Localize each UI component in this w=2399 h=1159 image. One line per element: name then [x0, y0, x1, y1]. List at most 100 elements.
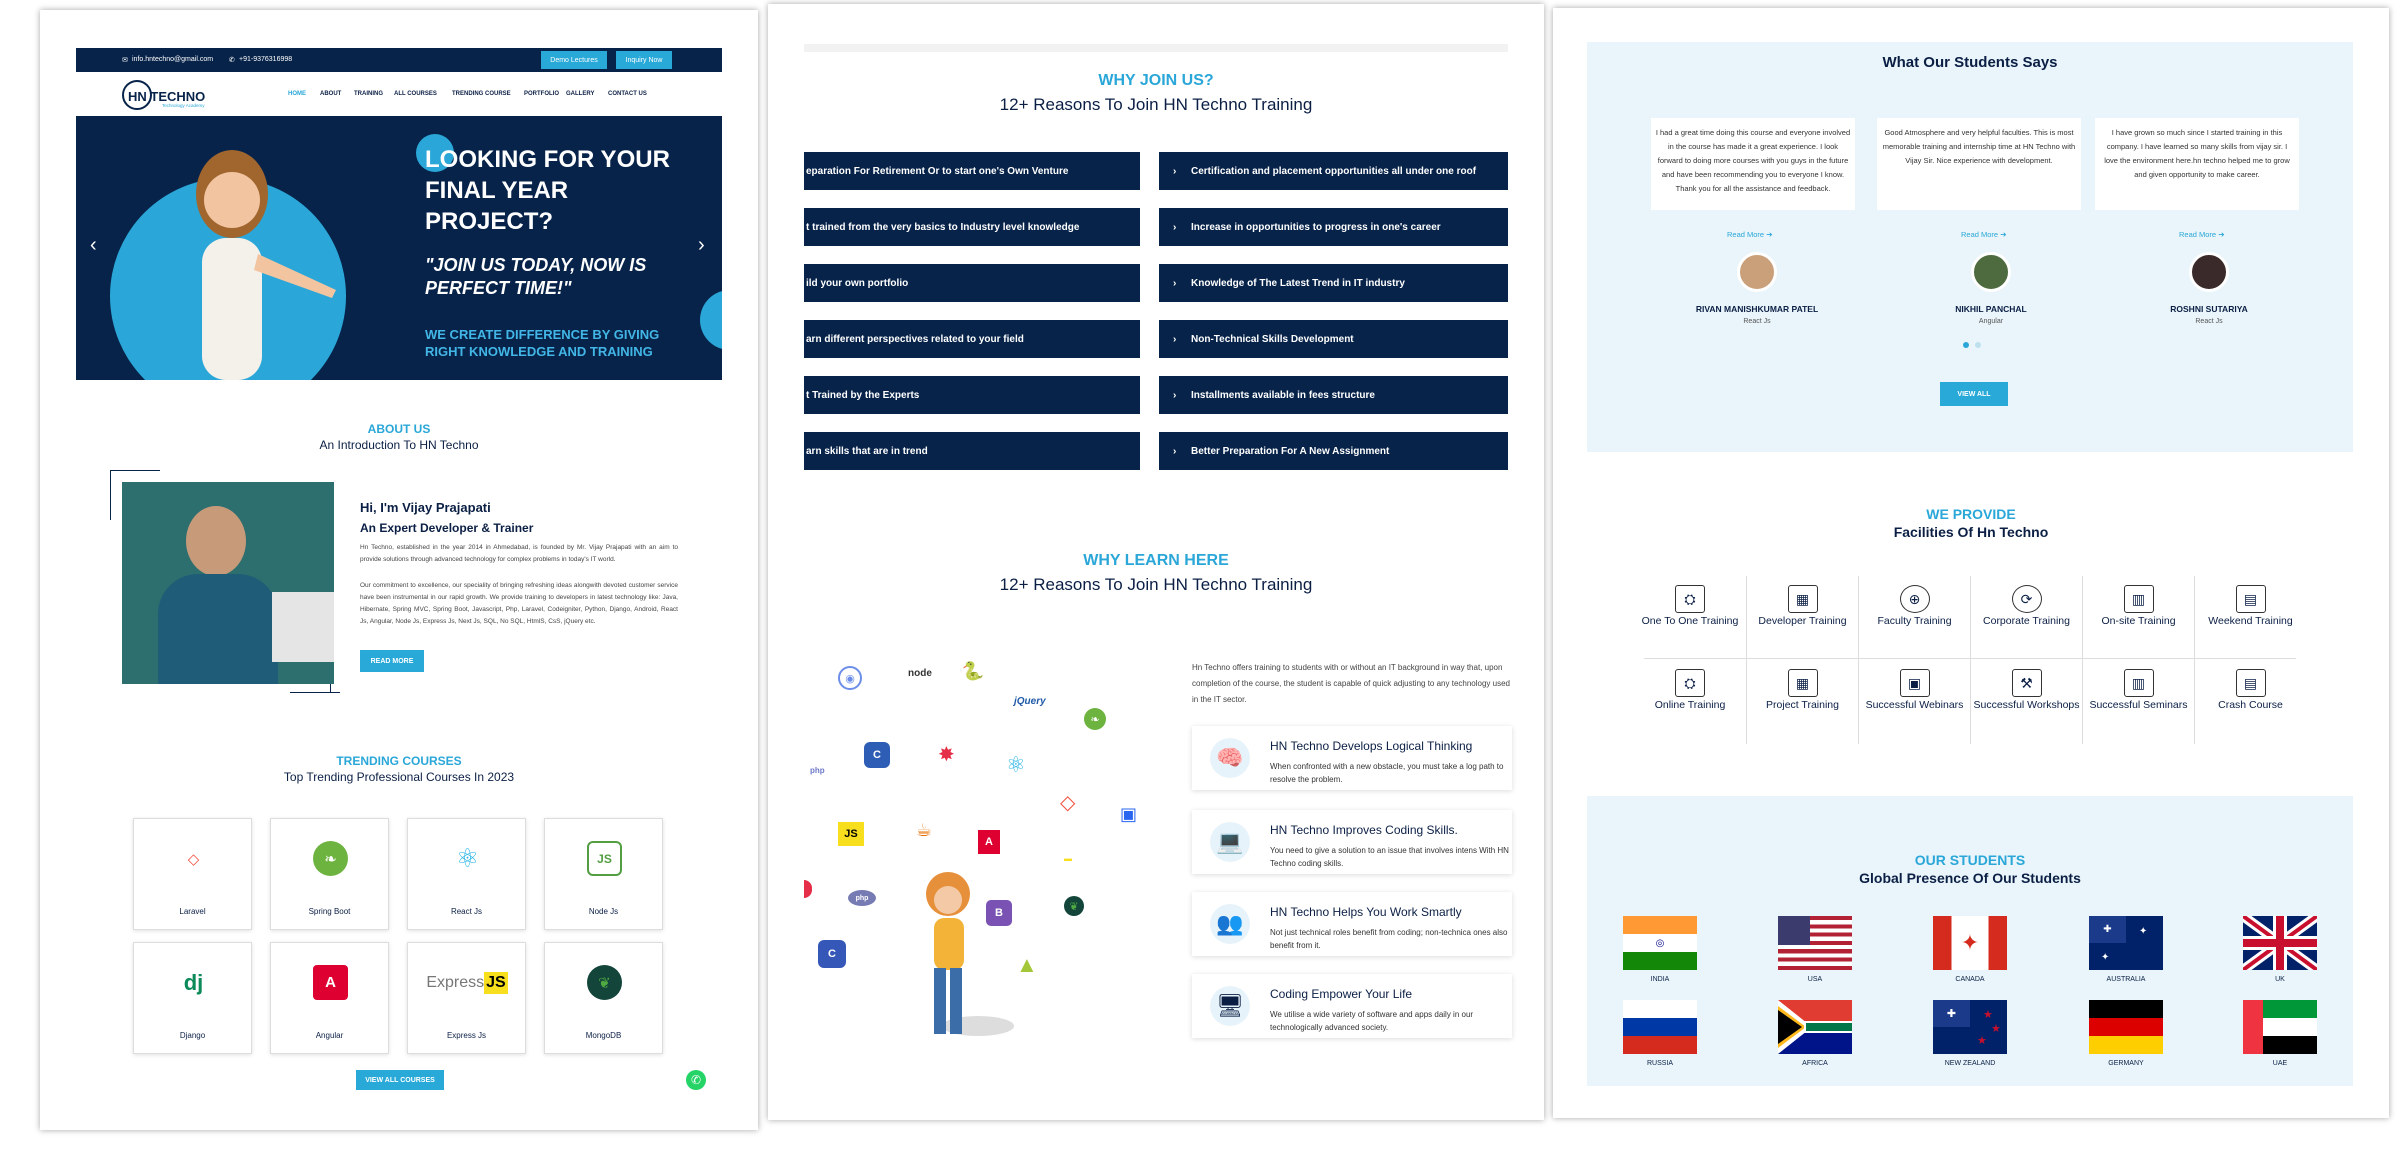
student-name-2: NIKHIL PANCHAL [1955, 304, 2027, 314]
php-icon: php [848, 890, 876, 906]
angular-icon: A [978, 830, 1000, 854]
testimonial-text: I have grown so much since I started tra… [2104, 128, 2290, 179]
student-course-1: React Js [1743, 318, 1771, 325]
frame-corner-br-h [290, 692, 340, 693]
nav-home[interactable]: HOME [288, 91, 306, 97]
demo-lectures-button[interactable]: Demo Lectures [541, 51, 607, 69]
nav-contact-us[interactable]: CONTACT US [608, 91, 647, 97]
facility-seminars: ▥ Successful Seminars [2082, 660, 2194, 744]
view-all-testimonials-button[interactable]: VIEW ALL [1940, 382, 2008, 406]
slider-next-icon[interactable]: › [698, 234, 705, 257]
php-small-icon: php [810, 766, 825, 775]
divider [804, 44, 1508, 52]
country-canada: CANADA [1955, 976, 1985, 983]
python-icon: 🐍 [961, 660, 985, 681]
express-icon: Express JS [422, 965, 512, 1000]
flag-uae [2243, 1000, 2317, 1054]
globe-icon: ⊕ [1899, 585, 1930, 613]
webinar-icon: ▣ [1899, 669, 1930, 697]
reason-right-5: › Installments available in fees structur… [1159, 376, 1508, 414]
country-uk: UK [2275, 976, 2285, 983]
facility-corporate: ⟳ Corporate Training [1970, 576, 2082, 660]
nav-training[interactable]: TRAINING [354, 91, 383, 97]
hero-dot-decoration-2 [700, 290, 722, 350]
course-card-django[interactable]: dj Django [133, 942, 252, 1054]
whatsapp-icon[interactable]: ✆ [686, 1070, 706, 1090]
facility-workshops: ⚒ Successful Workshops [1970, 660, 2082, 744]
nav-portfolio[interactable]: PORTFOLIO [524, 91, 559, 97]
trending-title: Top Trending Professional Courses In 202… [283, 770, 515, 784]
course-card-mongodb[interactable]: ❦ MongoDB [544, 942, 663, 1054]
read-more-button[interactable]: READ MORE [360, 650, 424, 672]
carousel-dot[interactable] [1975, 342, 1981, 348]
country-usa: USA [1807, 976, 1823, 983]
benefit-card-coding: 💻 HN Techno Improves Coding Skills. You ne… [1192, 810, 1512, 874]
slider-prev-icon[interactable]: ‹ [90, 234, 97, 257]
django-icon: dj [183, 969, 204, 995]
hero-banner: LOOKING FOR YOUR FINAL YEAR PROJECT? "JO… [76, 116, 722, 380]
read-more-link-2[interactable]: Read More ➔ [1961, 230, 2006, 239]
course-card-nodejs[interactable]: JS Node Js [544, 818, 663, 930]
course-card-spring-boot[interactable]: ❧ Spring Boot [270, 818, 389, 930]
flag-russia [1623, 1000, 1697, 1054]
inquiry-now-button[interactable]: Inquiry Now [616, 51, 672, 69]
main-nav: HN TECHNO Technology Academy HOME ABOUT … [76, 72, 722, 116]
benefit-title: HN Techno Develops Logical Thinking [1270, 739, 1473, 753]
why-join-title: 12+ Reasons To Join HN Techno Training [999, 95, 1313, 114]
phone-icon: ✆ [229, 57, 235, 64]
nav-all-courses[interactable]: ALL COURSES [394, 91, 437, 97]
reason-right-6: › Better Preparation For A New Assignment [1159, 432, 1508, 470]
course-card-laravel[interactable]: ◇ Laravel [133, 818, 252, 930]
benefit-title: HN Techno Helps You Work Smartly [1270, 905, 1462, 919]
read-more-link-3[interactable]: Read More ➔ [2179, 230, 2224, 239]
flag-india: ◎ [1623, 916, 1697, 970]
logo-text[interactable]: HN TECHNO [128, 89, 205, 104]
benefit-desc: We utilise a wide variety of software an… [1270, 1010, 1474, 1032]
laravel-icon: ◇ [1060, 792, 1076, 814]
reason-right-1: › Certification and placement opportuniti… [1159, 152, 1508, 190]
nav-trending-course[interactable]: TRENDING COURSE [452, 91, 511, 97]
laptop-user-icon: ⛭ [1675, 669, 1705, 697]
facility-one-to-one: ⛭ One To One Training [1634, 576, 1746, 660]
course-label: Spring Boot [308, 907, 351, 916]
learn-intro-text: Hn Techno offers training to students wi… [1192, 663, 1510, 704]
view-all-courses-button[interactable]: VIEW ALL COURSES [356, 1070, 444, 1090]
carousel-dot-active[interactable] [1963, 342, 1969, 348]
testimonial-text: Good Atmosphere and very helpful faculti… [1882, 128, 2076, 165]
course-card-express[interactable]: Express JS Express Js [407, 942, 526, 1054]
react-icon: ⚛ [455, 843, 480, 873]
students-section: OUR STUDENTS Global Presence Of Our Stud… [1587, 796, 2353, 1086]
student-course-2: Angular [1978, 318, 2004, 325]
spring-icon: ❧ [1084, 708, 1106, 730]
java-icon: ☕ [916, 820, 933, 840]
about-kicker: ABOUT US [367, 422, 431, 436]
phone-link[interactable]: +91-9376316998 [239, 56, 292, 63]
benefit-desc: When confronted with a new obstacle, you… [1270, 762, 1504, 784]
nav-about[interactable]: ABOUT [320, 91, 341, 97]
benefit-title: HN Techno Improves Coding Skills. [1270, 823, 1458, 837]
partial-red-icon [804, 880, 812, 898]
course-card-angular[interactable]: A Angular [270, 942, 389, 1054]
read-more-link-1[interactable]: Read More ➔ [1727, 230, 1772, 239]
course-card-react[interactable]: ⚛ React Js [407, 818, 526, 930]
students-title: Global Presence Of Our Students [1859, 870, 2081, 886]
trending-kicker: TRENDING COURSES [336, 754, 462, 768]
angular-icon: A [313, 965, 348, 1000]
team-icon: 👥 [1210, 904, 1250, 944]
reason-text: Non-Technical Skills Development [1191, 333, 1354, 345]
facility-faculty: ⊕ Faculty Training [1858, 576, 1970, 660]
course-label: Angular [315, 1031, 344, 1040]
coding-icon: 💻 [1210, 822, 1250, 862]
react-icon: ⚛ [1006, 752, 1026, 777]
nav-gallery[interactable]: GALLERY [566, 91, 594, 97]
country-india: INDIA [1650, 976, 1670, 983]
email-link[interactable]: info.hntechno@gmail.com [132, 56, 213, 63]
project-icon: ▦ [1787, 669, 1818, 697]
reason-text: Knowledge of The Latest Trend in IT indu… [1191, 277, 1405, 289]
why-learn-title: 12+ Reasons To Join HN Techno Training [999, 575, 1313, 594]
frame-corner-tl-h [110, 470, 160, 471]
android-icon: ▲ [1016, 952, 1038, 977]
screen-icon: ▤ [2235, 669, 2266, 697]
reason-text: Increase in opportunities to progress in… [1191, 221, 1441, 233]
reason-right-3: › Knowledge of The Latest Trend in IT ind… [1159, 264, 1508, 302]
